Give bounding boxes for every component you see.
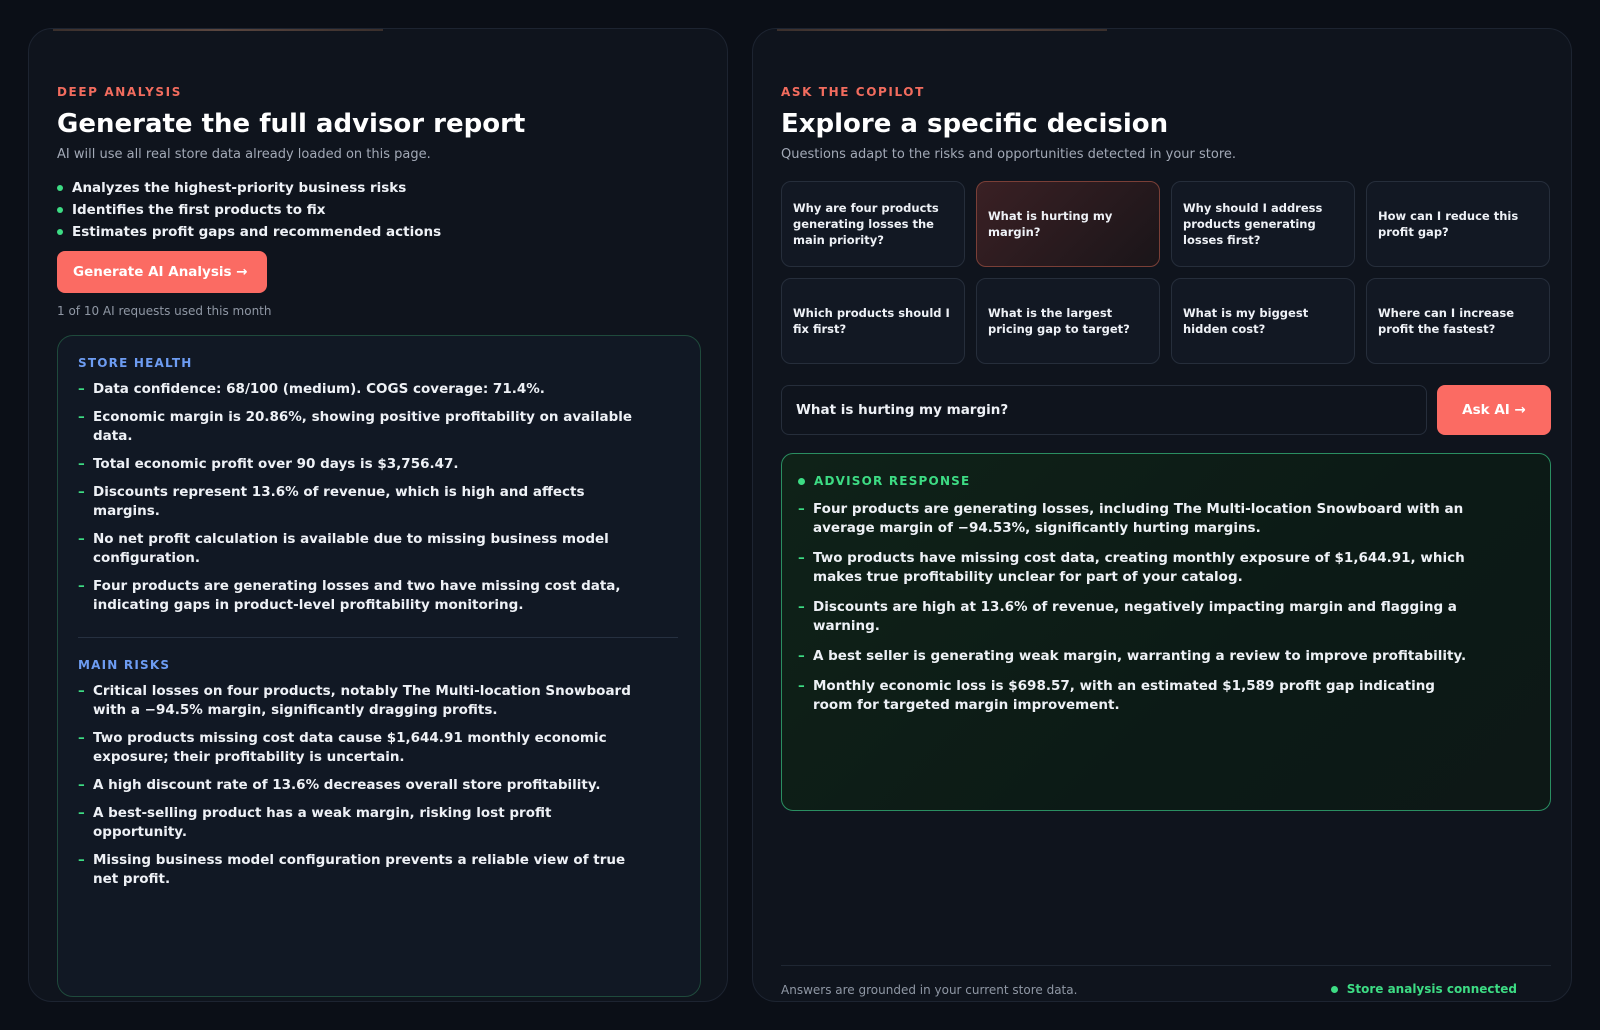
- footer-note: Answers are grounded in your current sto…: [781, 983, 1078, 997]
- advisor-report-panel: DEEP ANALYSIS Generate the full advisor …: [28, 28, 728, 1002]
- connection-status: Store analysis connected: [1330, 982, 1517, 996]
- list-item: Four products are generating losses, inc…: [798, 500, 1478, 538]
- feature-item: Analyzes the highest-priority business r…: [57, 177, 441, 199]
- advisor-response-header: ADVISOR RESPONSE: [798, 474, 1534, 488]
- copilot-title: Explore a specific decision: [781, 109, 1169, 139]
- feature-item: Estimates profit gaps and recommended ac…: [57, 221, 441, 243]
- list-item: Discounts are high at 13.6% of revenue, …: [798, 598, 1478, 636]
- generate-ai-analysis-button[interactable]: Generate AI Analysis →: [57, 251, 267, 293]
- advisor-response-box[interactable]: ADVISOR RESPONSE Four products are gener…: [781, 453, 1551, 811]
- list-item: A best seller is generating weak margin,…: [798, 647, 1478, 666]
- list-item: Four products are generating losses and …: [78, 577, 648, 615]
- list-item: Critical losses on four products, notabl…: [78, 682, 648, 720]
- footer-divider: [781, 965, 1551, 966]
- copilot-eyebrow: ASK THE COPILOT: [781, 85, 925, 99]
- question-chip-selected[interactable]: What is hurting my margin?: [976, 181, 1160, 267]
- list-item: Discounts represent 13.6% of revenue, wh…: [78, 483, 648, 521]
- bullet-dot-icon: [57, 207, 63, 213]
- question-chip[interactable]: What is the largest pricing gap to targe…: [976, 278, 1160, 364]
- list-item: No net profit calculation is available d…: [78, 530, 648, 568]
- status-dot-icon: [1330, 985, 1338, 993]
- list-item: Economic margin is 20.86%, showing posit…: [78, 408, 648, 446]
- bullet-dot-icon: [57, 185, 63, 191]
- main-risks-list: Critical losses on four products, notabl…: [78, 682, 680, 889]
- report-feature-list: Analyzes the highest-priority business r…: [57, 177, 441, 243]
- list-item: Data confidence: 68/100 (medium). COGS c…: [78, 380, 648, 399]
- question-chip[interactable]: Why are four products generating losses …: [781, 181, 965, 267]
- list-item: A high discount rate of 13.6% decreases …: [78, 776, 648, 795]
- question-chip[interactable]: Which products should I fix first?: [781, 278, 965, 364]
- list-item: Two products have missing cost data, cre…: [798, 549, 1478, 587]
- ask-ai-button[interactable]: Ask AI →: [1437, 385, 1551, 435]
- suggested-questions-grid: Why are four products generating losses …: [781, 181, 1550, 364]
- report-subtitle: AI will use all real store data already …: [57, 147, 431, 162]
- copilot-subtitle: Questions adapt to the risks and opportu…: [781, 147, 1237, 162]
- question-chip[interactable]: How can I reduce this profit gap?: [1366, 181, 1550, 267]
- status-dot-icon: [798, 477, 805, 485]
- copilot-panel: ASK THE COPILOT Explore a specific decis…: [752, 28, 1572, 1002]
- advisor-response-list: Four products are generating losses, inc…: [798, 500, 1534, 715]
- advisor-response-title: ADVISOR RESPONSE: [814, 474, 971, 488]
- list-item: Two products missing cost data cause $1,…: [78, 729, 648, 767]
- question-chip[interactable]: Where can I increase profit the fastest?: [1366, 278, 1550, 364]
- question-input[interactable]: [781, 385, 1427, 435]
- report-eyebrow: DEEP ANALYSIS: [57, 85, 182, 99]
- section-divider: [78, 637, 678, 638]
- store-health-title: STORE HEALTH: [78, 356, 193, 370]
- report-title: Generate the full advisor report: [57, 109, 526, 139]
- list-item: Missing business model configuration pre…: [78, 851, 648, 889]
- main-risks-title: MAIN RISKS: [78, 658, 171, 672]
- list-item: Total economic profit over 90 days is $3…: [78, 455, 648, 474]
- question-chip[interactable]: What is my biggest hidden cost?: [1171, 278, 1355, 364]
- bullet-dot-icon: [57, 229, 63, 235]
- connection-status-label: Store analysis connected: [1346, 982, 1517, 996]
- analysis-result-box[interactable]: STORE HEALTH Data confidence: 68/100 (me…: [57, 335, 701, 997]
- feature-item: Identifies the first products to fix: [57, 199, 441, 221]
- store-health-list: Data confidence: 68/100 (medium). COGS c…: [78, 380, 680, 615]
- question-chip[interactable]: Why should I address products generating…: [1171, 181, 1355, 267]
- list-item: A best-selling product has a weak margin…: [78, 804, 648, 842]
- list-item: Monthly economic loss is $698.57, with a…: [798, 677, 1478, 715]
- ai-usage-counter: 1 of 10 AI requests used this month: [57, 304, 272, 318]
